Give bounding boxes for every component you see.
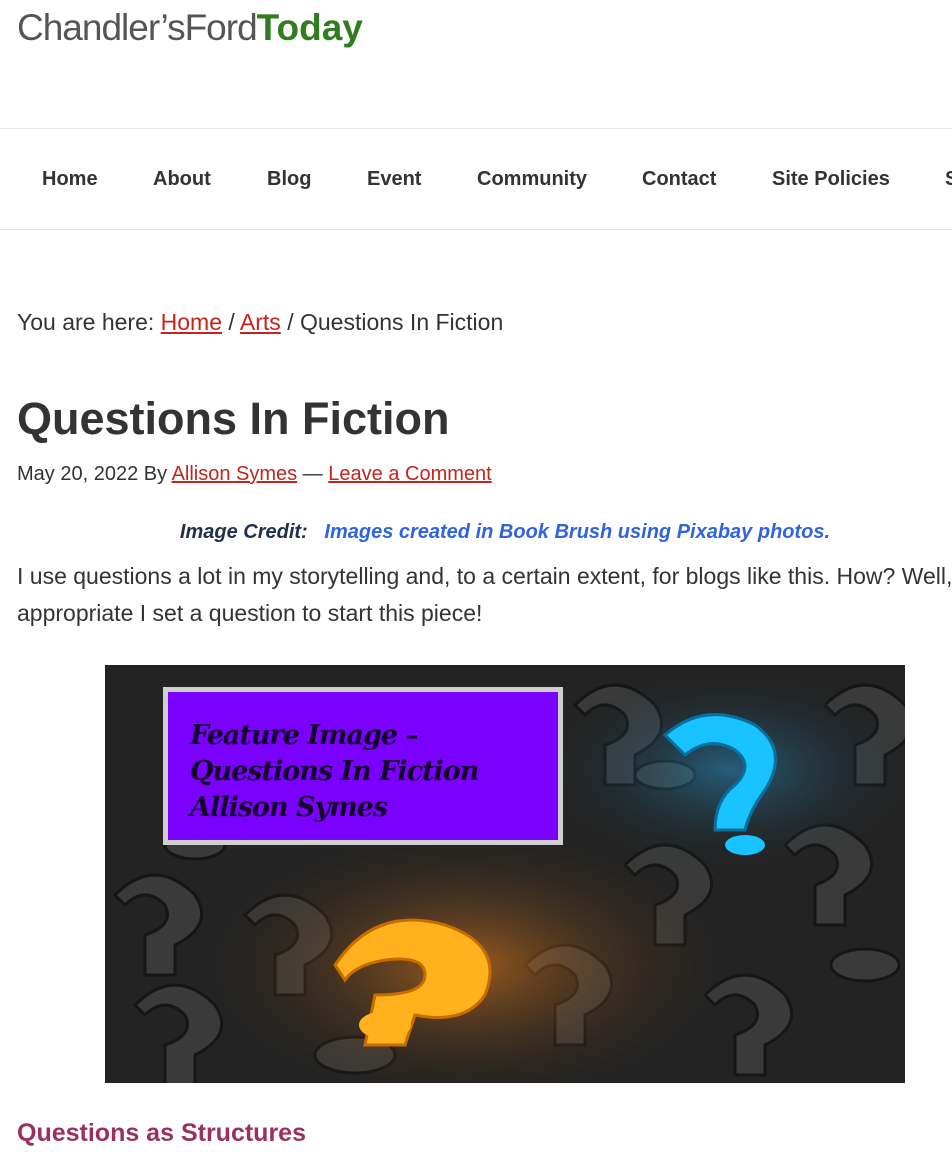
site-header: Chandler’sFordToday [0,0,952,128]
breadcrumb-link-home[interactable]: Home [161,309,222,335]
nav-item-overflow[interactable]: S [945,167,952,191]
feature-caption-line: Questions In Fiction [190,756,479,787]
breadcrumb-separator: / [287,309,294,335]
intro-line: appropriate I set a question to start th… [17,600,483,626]
image-credit-value: Images created in Book Brush using Pixab… [324,521,831,543]
nav-item-event[interactable]: Event [367,167,421,191]
feature-image: Feature Image – Questions In Fiction All… [105,665,905,1083]
image-credit-label: Image Credit: [179,521,308,543]
post-meta: May 20, 2022 By Allison Symes — Leave a … [17,461,492,487]
page-title: Questions In Fiction [17,393,450,444]
feature-caption-line: Allison Symes [190,792,388,823]
intro-paragraph: I use questions a lot in my storytelling… [17,558,952,632]
leave-comment-link[interactable]: Leave a Comment [328,463,491,485]
post-by: By [143,463,168,485]
image-credit: Image Credit: Images created in Book Bru… [0,519,952,545]
author-link[interactable]: Allison Symes [172,463,298,485]
breadcrumb-separator: / [228,309,235,335]
nav-item-blog[interactable]: Blog [267,167,311,191]
meta-dash: — [302,463,323,485]
nav-item-home[interactable]: Home [42,167,98,191]
breadcrumb-current: Questions In Fiction [299,309,504,335]
feature-caption-line: Feature Image – [190,720,419,751]
site-logo[interactable]: Chandler’sFordToday [17,6,363,50]
main-nav: Home About Blog Event Community Contact … [0,128,952,230]
breadcrumb-link-arts[interactable]: Arts [240,309,281,335]
nav-item-contact[interactable]: Contact [642,167,716,191]
nav-item-community[interactable]: Community [477,167,587,191]
section-heading: Questions as Structures [17,1119,306,1147]
logo-text-chandlers-ford: Chandler’sFord [17,7,258,48]
intro-line: I use questions a lot in my storytelling… [17,563,952,589]
breadcrumb-prefix: You are here: [17,309,155,335]
logo-text-today: Today [256,7,363,48]
post-date: May 20, 2022 [17,463,139,485]
nav-item-about[interactable]: About [153,167,211,191]
feature-image-caption-box: Feature Image – Questions In Fiction All… [163,687,563,845]
nav-item-site-policies[interactable]: Site Policies [772,167,890,191]
breadcrumb: You are here: Home / Arts / Questions In… [17,307,503,337]
